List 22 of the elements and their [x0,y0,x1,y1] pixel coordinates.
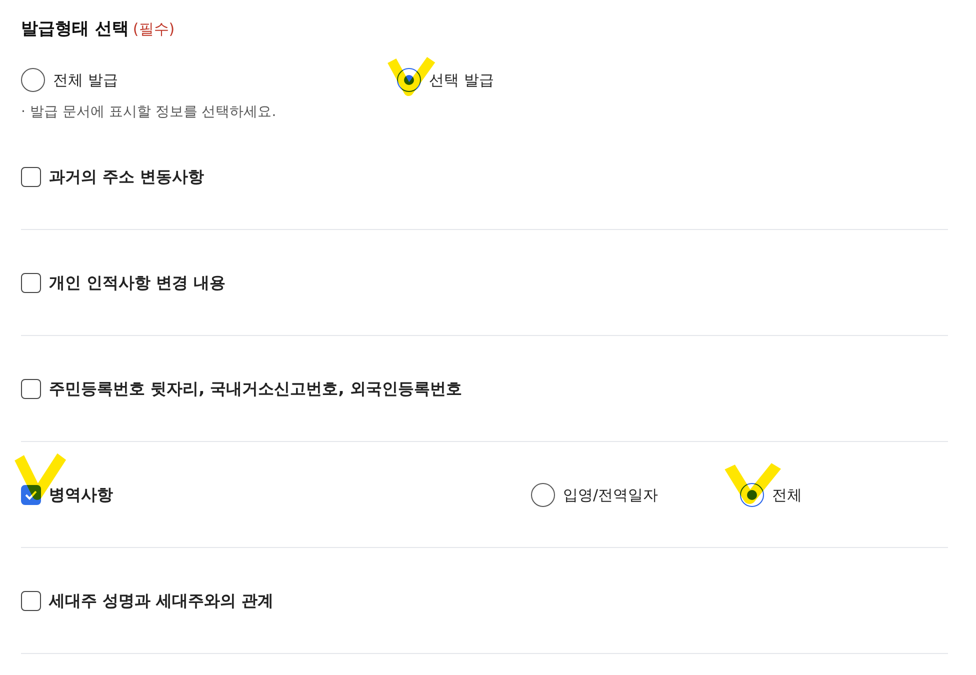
required-label: (필수) [132,19,175,40]
checkbox-label[interactable]: 개인 인적사항 변경 내용 [49,270,226,294]
checkbox[interactable] [21,484,41,504]
checkbox-label[interactable]: 주민등록번호 뒷자리, 국내거소신고번호, 외국인등록번호 [49,376,462,400]
radio-button[interactable] [740,482,764,506]
radio-button[interactable] [397,68,421,92]
section-title: 발급형태 선택 [21,18,129,40]
checkbox[interactable] [21,272,41,292]
radio-label[interactable]: 전체 [772,482,802,506]
checkbox-label[interactable]: 과거의 주소 변동사항 [49,164,204,188]
checkmark-icon [25,490,37,500]
checkbox[interactable] [21,166,41,186]
radio-label[interactable]: 선택 발급 [429,68,494,92]
radio-button[interactable] [21,68,45,92]
radio-label[interactable]: 입영/전역일자 [563,482,658,506]
checkbox[interactable] [21,590,41,610]
checkbox-label[interactable]: 세대주 성명과 세대주와의 관계 [49,588,274,612]
checkbox[interactable] [21,378,41,398]
checkbox-label[interactable]: 병역사항 [49,482,113,506]
radio-label[interactable]: 전체 발급 [53,68,118,92]
hint-text: · 발급 문서에 표시할 정보를 선택하세요. [21,103,278,122]
radio-button[interactable] [531,482,555,506]
